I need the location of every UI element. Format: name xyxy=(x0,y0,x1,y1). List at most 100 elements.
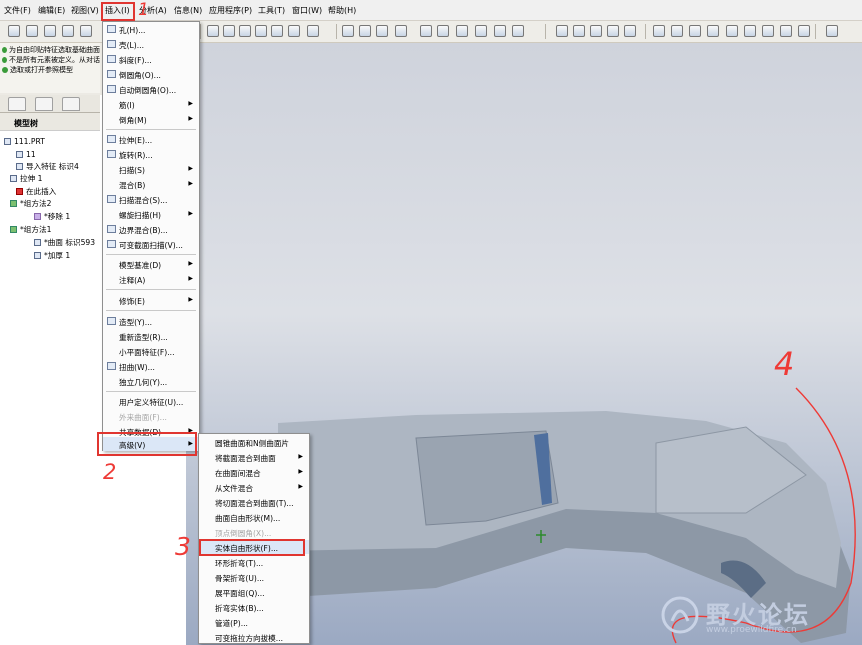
open-file-icon[interactable] xyxy=(26,25,38,37)
menu-tools[interactable]: 工具(T) xyxy=(258,5,285,16)
sketch-icon[interactable] xyxy=(744,25,756,37)
menu-item-surface-free-form[interactable]: 曲面自由形状(M)... xyxy=(199,510,309,524)
import-feature-icon xyxy=(16,162,23,170)
no-hidden-icon[interactable] xyxy=(590,25,602,37)
zoom-in-icon[interactable] xyxy=(420,25,432,37)
hidden-line-icon[interactable] xyxy=(573,25,585,37)
regenerate-icon[interactable] xyxy=(288,25,300,37)
menu-edit[interactable]: 编辑(E) xyxy=(38,5,65,16)
layers-icon[interactable] xyxy=(512,25,524,37)
menu-item-section-to-surfaces[interactable]: 将截面混合到曲面 ▶ xyxy=(199,450,309,464)
menu-item-spinal-bend[interactable]: 骨架折弯(U)... xyxy=(199,570,309,584)
save-icon[interactable] xyxy=(44,25,56,37)
menu-item-revolve[interactable]: 旋转(R)... xyxy=(103,147,199,161)
shading-icon[interactable] xyxy=(607,25,619,37)
point-tool-icon[interactable] xyxy=(762,25,774,37)
menu-help[interactable]: 帮助(H) xyxy=(328,5,356,16)
menu-item-helical-sweep[interactable]: 螺旋扫描(H) ▶ xyxy=(103,207,199,221)
folder-browser-tab-icon[interactable] xyxy=(35,97,53,111)
menu-item-restyle[interactable]: 重新造型(R)... xyxy=(103,329,199,343)
orient-icon[interactable] xyxy=(376,25,388,37)
swept-blend-icon xyxy=(107,195,116,203)
menu-item-independent-geometry[interactable]: 独立几何(Y)... xyxy=(103,374,199,388)
menu-item-variable-section-sweep[interactable]: 可变截面扫描(V)... xyxy=(103,237,199,251)
datum-axes-icon[interactable] xyxy=(671,25,683,37)
favorites-tab-icon[interactable] xyxy=(62,97,80,111)
copy-icon[interactable] xyxy=(255,25,267,37)
coordinate-systems-icon[interactable] xyxy=(707,25,719,37)
warp-icon xyxy=(107,362,116,370)
menu-item-pipe[interactable]: 管道(P)... xyxy=(199,615,309,629)
menu-item-round[interactable]: 倒圆角(O)... xyxy=(103,67,199,81)
submenu-arrow-icon: ▶ xyxy=(188,115,193,122)
message-info-icon xyxy=(2,67,8,73)
menu-view[interactable]: 视图(V) xyxy=(71,5,99,16)
menu-item-boundary-blend[interactable]: 边界混合(B)... xyxy=(103,222,199,236)
model-tree-tab-icon[interactable] xyxy=(8,97,26,111)
select-box-icon[interactable] xyxy=(307,25,319,37)
menu-item-facet-feature[interactable]: 小平面特征(F)... xyxy=(103,344,199,358)
zoom-out-icon[interactable] xyxy=(437,25,449,37)
spin-center-icon[interactable] xyxy=(359,25,371,37)
menu-applications[interactable]: 应用程序(P) xyxy=(209,5,252,16)
redo-icon[interactable] xyxy=(223,25,235,37)
refit-icon[interactable] xyxy=(456,25,468,37)
menu-item-rib[interactable]: 筋(I) ▶ xyxy=(103,97,199,111)
menu-item-model-datum[interactable]: 模型基准(D) ▶ xyxy=(103,257,199,271)
menu-window[interactable]: 窗口(W) xyxy=(292,5,322,16)
wireframe-icon[interactable] xyxy=(556,25,568,37)
menu-item-blend-between-surfaces[interactable]: 在曲面间混合 ▶ xyxy=(199,465,309,479)
menu-info[interactable]: 信息(N) xyxy=(174,5,202,16)
menu-item-shell[interactable]: 壳(L)... xyxy=(103,37,199,51)
tree-item[interactable]: 拉伸 1 xyxy=(10,172,110,184)
send-mail-icon[interactable] xyxy=(80,25,92,37)
menu-item-blend[interactable]: 混合(B) ▶ xyxy=(103,177,199,191)
annotation-number-1: 1 xyxy=(138,0,149,20)
menu-item-toroidal-bend[interactable]: 环形折弯(T)... xyxy=(199,555,309,569)
tree-item[interactable]: *组方法1 xyxy=(10,223,110,235)
undo-icon[interactable] xyxy=(207,25,219,37)
annotation-box-advanced xyxy=(97,432,197,456)
submenu-arrow-icon: ▶ xyxy=(188,180,193,187)
context-help-icon[interactable] xyxy=(826,25,838,37)
menu-item-swept-blend[interactable]: 扫描混合(S)... xyxy=(103,192,199,206)
csys-tool-icon[interactable] xyxy=(798,25,810,37)
menu-item-blend-from-file[interactable]: 从文件混合 ▶ xyxy=(199,480,309,494)
menu-item-style[interactable]: 造型(Y)... xyxy=(103,314,199,328)
menu-file[interactable]: 文件(F) xyxy=(4,5,31,16)
cut-icon[interactable] xyxy=(239,25,251,37)
menu-item-annotation[interactable]: 注释(A) ▶ xyxy=(103,272,199,286)
menu-item-cosmetic[interactable]: 修饰(E) ▶ xyxy=(103,293,199,307)
enhanced-realism-icon[interactable] xyxy=(624,25,636,37)
annotation-display-icon[interactable] xyxy=(726,25,738,37)
menu-item-user-defined-feature[interactable]: 用户定义特征(U)... xyxy=(103,394,199,408)
axis-tool-icon[interactable] xyxy=(780,25,792,37)
menu-separator xyxy=(106,310,196,311)
menu-item-hole[interactable]: 孔(H)... xyxy=(103,22,199,36)
datum-points-icon[interactable] xyxy=(689,25,701,37)
paste-icon[interactable] xyxy=(271,25,283,37)
print-icon[interactable] xyxy=(62,25,74,37)
repaint-icon[interactable] xyxy=(342,25,354,37)
saved-views-icon[interactable] xyxy=(494,25,506,37)
menu-item-auto-round[interactable]: 自动倒圆角(O)... xyxy=(103,82,199,96)
menu-item-extrude[interactable]: 拉伸(E)... xyxy=(103,132,199,146)
message-info-icon xyxy=(2,57,7,63)
menu-item-chamfer[interactable]: 倒角(M) ▶ xyxy=(103,112,199,126)
appearance-icon[interactable] xyxy=(395,25,407,37)
menu-item-tangent-to-surface[interactable]: 将切面混合到曲面(T)... xyxy=(199,495,309,509)
menu-item-conic-surface[interactable]: 圆锥曲面和N侧曲面片 xyxy=(199,435,309,449)
tree-item-root[interactable]: 111.PRT xyxy=(4,135,104,147)
menu-item-vertex-round: 顶点倒圆角(X)... xyxy=(215,529,272,538)
datum-planes-icon[interactable] xyxy=(653,25,665,37)
new-file-icon[interactable] xyxy=(8,25,20,37)
menu-item-flatten-quilt[interactable]: 展平面组(Q)... xyxy=(199,585,309,599)
menu-item-draft[interactable]: 斜度(F)... xyxy=(103,52,199,66)
submenu-arrow-icon: ▶ xyxy=(298,483,303,490)
menu-item-bend-solid[interactable]: 折弯实体(B)... xyxy=(199,600,309,614)
reorient-icon[interactable] xyxy=(475,25,487,37)
menu-item-sweep[interactable]: 扫描(S) ▶ xyxy=(103,162,199,176)
menu-item-warp[interactable]: 扭曲(W)... xyxy=(103,359,199,373)
tree-item[interactable]: *组方法2 xyxy=(10,197,110,209)
menu-item-variable-pull-draft[interactable]: 可变拖拉方向拔模... xyxy=(199,630,309,644)
